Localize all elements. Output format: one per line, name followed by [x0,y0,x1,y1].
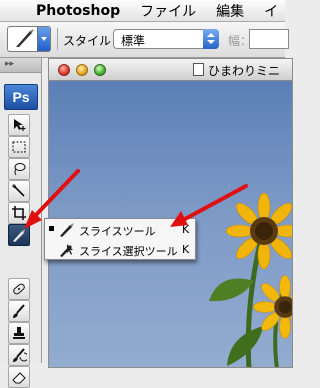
flyout-item-shortcut: K [182,223,190,236]
slice-tool-flyout-menu: スライスツール K スライス選択ツール K [44,218,196,260]
style-select[interactable]: 標準 [113,29,219,49]
menu-file[interactable]: ファイル [140,1,196,21]
clone-stamp-tool-button[interactable] [8,322,30,344]
marquee-tool-button[interactable] [8,136,30,158]
style-select-arrows-icon [203,29,219,49]
magic-wand-tool-button[interactable] [8,180,30,202]
menu-app-name[interactable]: Photoshop [36,3,120,19]
lasso-tool-button[interactable] [8,158,30,180]
document-title: ひまわりミニ [208,64,281,78]
brush-tool-button[interactable] [8,300,30,322]
palette-header[interactable]: ▸▸ [0,58,41,73]
stamp-icon [13,327,25,339]
slice-tool-button[interactable] [8,224,30,246]
flyout-item-label: スライスツール [79,225,156,238]
document-icon [193,63,204,76]
slice-knife-icon [13,229,25,242]
history-brush-icon [13,348,27,362]
close-window-button[interactable] [58,64,70,76]
options-bar: スタイル： 標準 幅： [0,22,289,58]
zoom-window-button[interactable] [94,64,106,76]
eraser-tool-button[interactable] [8,366,30,388]
slice-knife-icon [60,223,74,237]
move-icon [14,119,26,131]
flyout-item-slice-tool[interactable]: スライスツール K [45,220,195,240]
photoshop-logo[interactable]: Ps [4,84,38,110]
flyout-item-shortcut: K [182,243,190,256]
selected-bullet-icon [49,226,54,231]
eraser-icon [12,372,26,384]
menu-edit[interactable]: 編集 [216,1,244,21]
lasso-icon [14,163,26,176]
tool-preset-picker[interactable] [7,26,51,52]
document-window: ひまわりミニ [48,58,293,368]
tool-palette: ▸▸ Ps [0,58,42,388]
slice-tool-icon [16,29,34,47]
collapse-icon[interactable]: ▸▸ [5,59,14,69]
menu-bar: Photoshop ファイル 編集 イ [0,0,285,22]
options-divider [57,28,58,50]
rectangular-marquee-icon [12,141,26,153]
bandage-icon [13,283,25,295]
crop-icon [12,206,26,220]
brush-icon [13,304,25,318]
flyout-item-slice-select-tool[interactable]: スライス選択ツール K [45,240,195,260]
slice-select-icon [60,244,73,257]
menu-image[interactable]: イ [264,1,278,21]
preset-dropdown-arrow[interactable] [37,27,50,51]
minimize-window-button[interactable] [76,64,88,76]
width-field[interactable] [249,29,289,49]
healing-brush-tool-button[interactable] [8,278,30,300]
style-select-value: 標準 [121,34,146,48]
flyout-item-label: スライス選択ツール [79,245,178,258]
document-titlebar[interactable]: ひまわりミニ [49,59,292,81]
crop-tool-button[interactable] [8,202,30,224]
move-tool-button[interactable] [8,114,30,136]
magic-wand-icon [12,184,25,197]
